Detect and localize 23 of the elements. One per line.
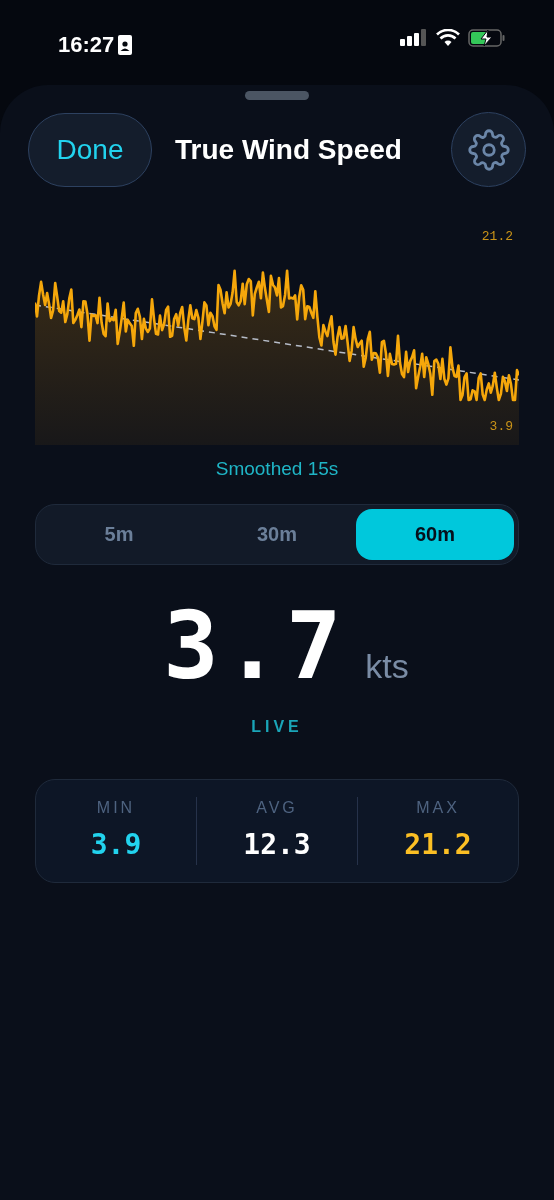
wind-speed-value: 3.7 — [163, 600, 348, 693]
stat-value: 3.9 — [90, 826, 142, 863]
done-button[interactable]: Done — [28, 112, 152, 187]
max-label: 21.2 — [481, 228, 513, 246]
range-tab[interactable]: 30m — [198, 508, 356, 560]
settings-icon — [467, 128, 510, 171]
stat-value: 12.3 — [243, 826, 311, 863]
speed-unit: kts — [365, 645, 409, 687]
smoothing-caption: Smoothed 15s — [215, 457, 339, 481]
stat-label: AVG — [256, 797, 298, 818]
signal-icon — [400, 28, 428, 48]
min-label: 3.9 — [489, 418, 513, 436]
stat-value: 21.2 — [404, 826, 472, 863]
screen-title: True Wind Speed — [175, 132, 403, 167]
id-card-icon — [118, 34, 133, 55]
stat-label: MAX — [416, 797, 460, 818]
wifi-icon — [436, 29, 460, 47]
status-time: 16:27 — [58, 31, 115, 59]
range-tab[interactable]: 60m — [356, 508, 514, 560]
live-indicator: LIVE — [251, 716, 303, 737]
range-tab[interactable]: 5m — [40, 508, 198, 560]
stat-label: MIN — [96, 797, 136, 818]
battery-charging-icon — [468, 28, 506, 48]
